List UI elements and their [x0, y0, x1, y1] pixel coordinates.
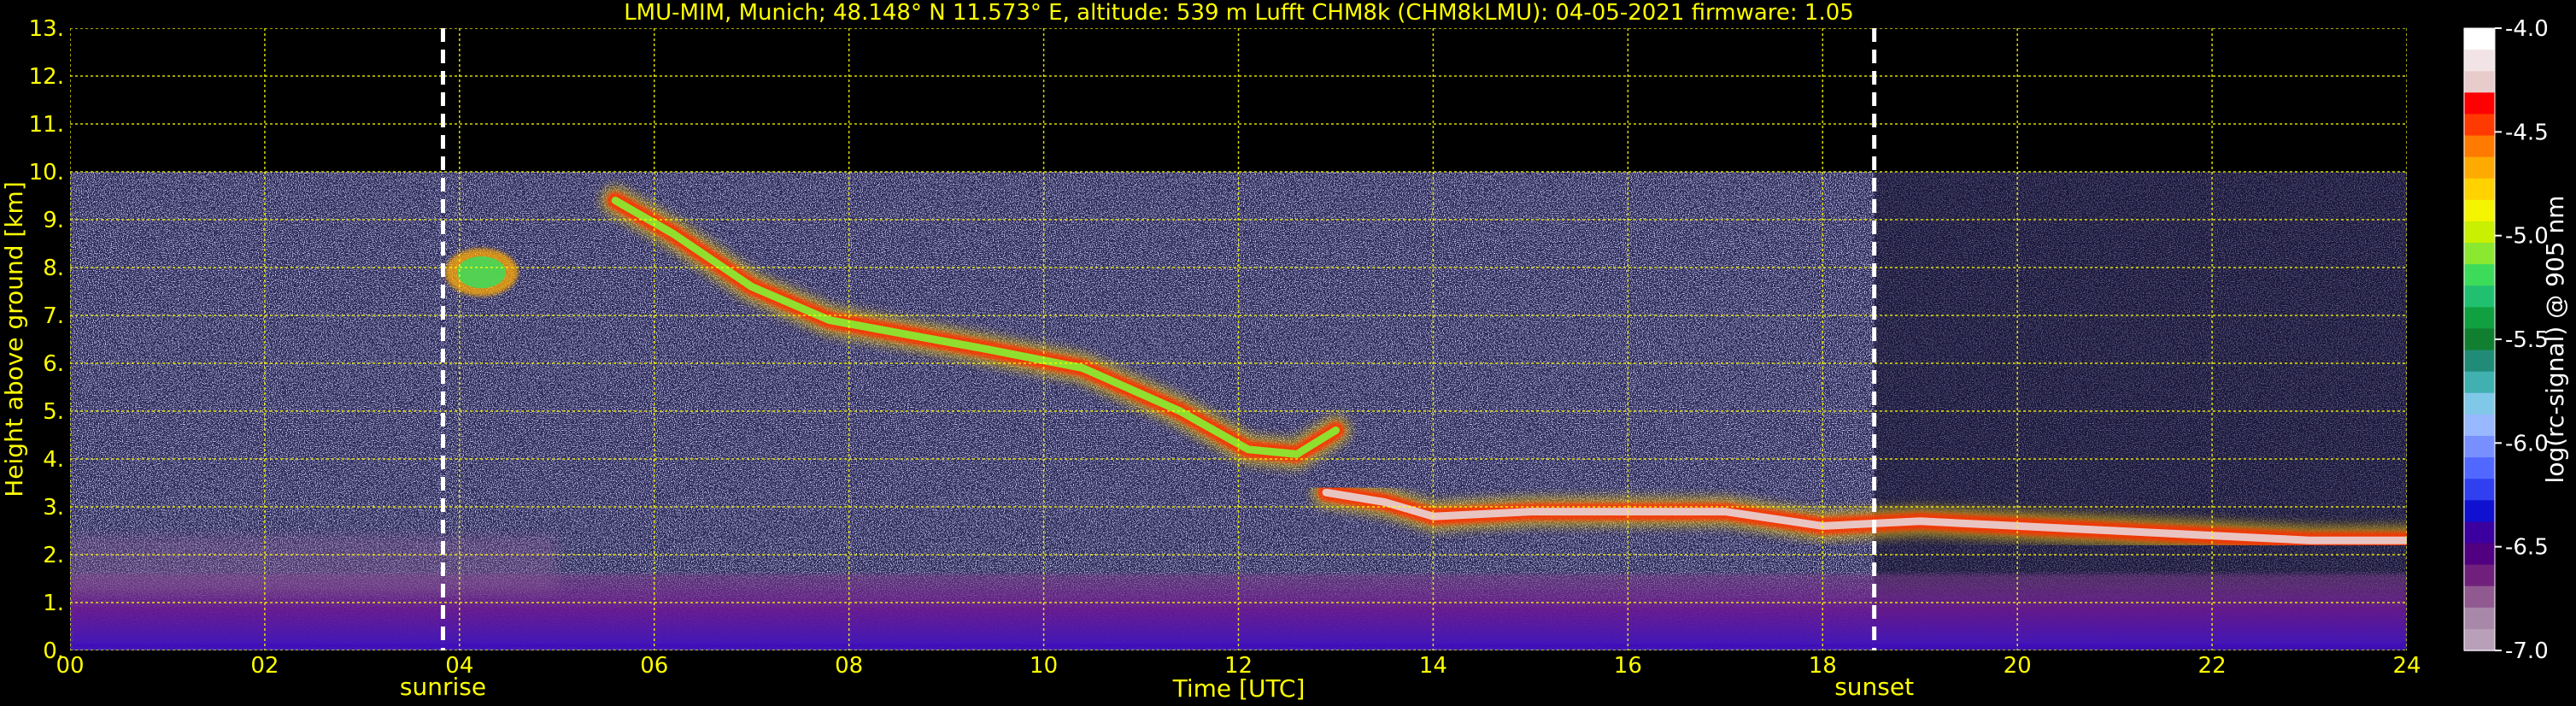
- y-tick-label: 5.: [43, 399, 64, 425]
- colorbar-segment: [2464, 135, 2495, 158]
- y-tick-label: 11.: [29, 112, 64, 138]
- y-tick-label: 10.: [29, 160, 64, 185]
- colorbar-segment: [2464, 457, 2495, 479]
- y-tick-label: 2.: [43, 543, 64, 568]
- colorbar-segment: [2464, 350, 2495, 373]
- ceilometer-chart: 00 02 04 06 08 10 12 14 16 18 20 22 240.1.2.3.4.5.6.…: [0, 0, 2569, 703]
- colorbar-title: log(rc-signal) @ 905 nm: [2541, 196, 2569, 484]
- y-tick-label: 7.: [43, 303, 64, 329]
- x-tick-label: 14: [1419, 653, 1447, 679]
- x-tick-label: 06: [640, 653, 668, 679]
- plot-area: [70, 28, 2407, 650]
- colorbar-segment: [2464, 199, 2495, 222]
- y-tick-label: 3.: [43, 495, 64, 521]
- colorbar-segment: [2464, 178, 2495, 201]
- colorbar-segment: [2464, 543, 2495, 566]
- colorbar-segment: [2464, 392, 2495, 415]
- y-tick-label: 4.: [43, 447, 64, 473]
- feature-patch-core: [456, 256, 506, 289]
- colorbar-segment: [2464, 521, 2495, 544]
- colorbar-segment: [2464, 607, 2495, 630]
- colorbar-tick-label: -4.5: [2505, 120, 2549, 145]
- y-tick-label: 1.: [43, 591, 64, 616]
- colorbar-tick-label: -6.5: [2505, 535, 2549, 561]
- colorbar-segment: [2464, 328, 2495, 351]
- colorbar-segment: [2464, 71, 2495, 94]
- colorbar-segment: [2464, 500, 2495, 523]
- x-tick-label: 08: [835, 653, 863, 679]
- colorbar-segment: [2464, 285, 2495, 309]
- y-axis-title: Height above ground [km]: [0, 181, 28, 497]
- colorbar-tick-label: -7.0: [2505, 638, 2549, 664]
- x-tick-label: 16: [1614, 653, 1642, 679]
- y-tick-label: 9.: [43, 208, 64, 233]
- colorbar-segment: [2464, 243, 2495, 265]
- sunset-label: sunset: [1834, 673, 1914, 701]
- sunrise-label: sunrise: [400, 673, 486, 701]
- x-tick-label: 24: [2392, 653, 2421, 679]
- colorbar-segment: [2464, 628, 2495, 651]
- residual-layer: [70, 535, 557, 593]
- colorbar-segment: [2464, 221, 2495, 244]
- colorbar-segment: [2464, 307, 2495, 330]
- y-tick-label: 12.: [29, 64, 64, 90]
- y-tick-label: 13.: [29, 16, 64, 42]
- x-tick-label: 18: [1809, 653, 1837, 679]
- colorbar-segment: [2464, 435, 2495, 458]
- colorbar-segment: [2464, 114, 2495, 137]
- colorbar-segment: [2464, 28, 2495, 50]
- y-tick-label: 0.: [43, 638, 64, 664]
- x-axis-title: Time [UTC]: [1172, 674, 1306, 703]
- colorbar-segment: [2464, 264, 2495, 287]
- colorbar-tick-label: -4.0: [2505, 16, 2549, 42]
- colorbar: -4.0-4.5-5.0-5.5-6.0-6.5-7.0: [2463, 16, 2549, 664]
- chart-title: LMU-MIM, Munich; 48.148° N 11.573° E, al…: [624, 0, 1854, 26]
- y-tick-label: 8.: [43, 256, 64, 281]
- y-tick-label: 6.: [43, 351, 64, 377]
- colorbar-segment: [2464, 50, 2495, 73]
- colorbar-segment: [2464, 564, 2495, 587]
- colorbar-segment: [2464, 371, 2495, 394]
- colorbar-segment: [2464, 92, 2495, 115]
- colorbar-segment: [2464, 479, 2495, 502]
- x-tick-label: 10: [1030, 653, 1058, 679]
- colorbar-segment: [2464, 414, 2495, 437]
- x-tick-label: 20: [2004, 653, 2032, 679]
- x-tick-label: 02: [250, 653, 279, 679]
- colorbar-segment: [2464, 156, 2495, 179]
- x-tick-label: 22: [2198, 653, 2227, 679]
- colorbar-segment: [2464, 585, 2495, 609]
